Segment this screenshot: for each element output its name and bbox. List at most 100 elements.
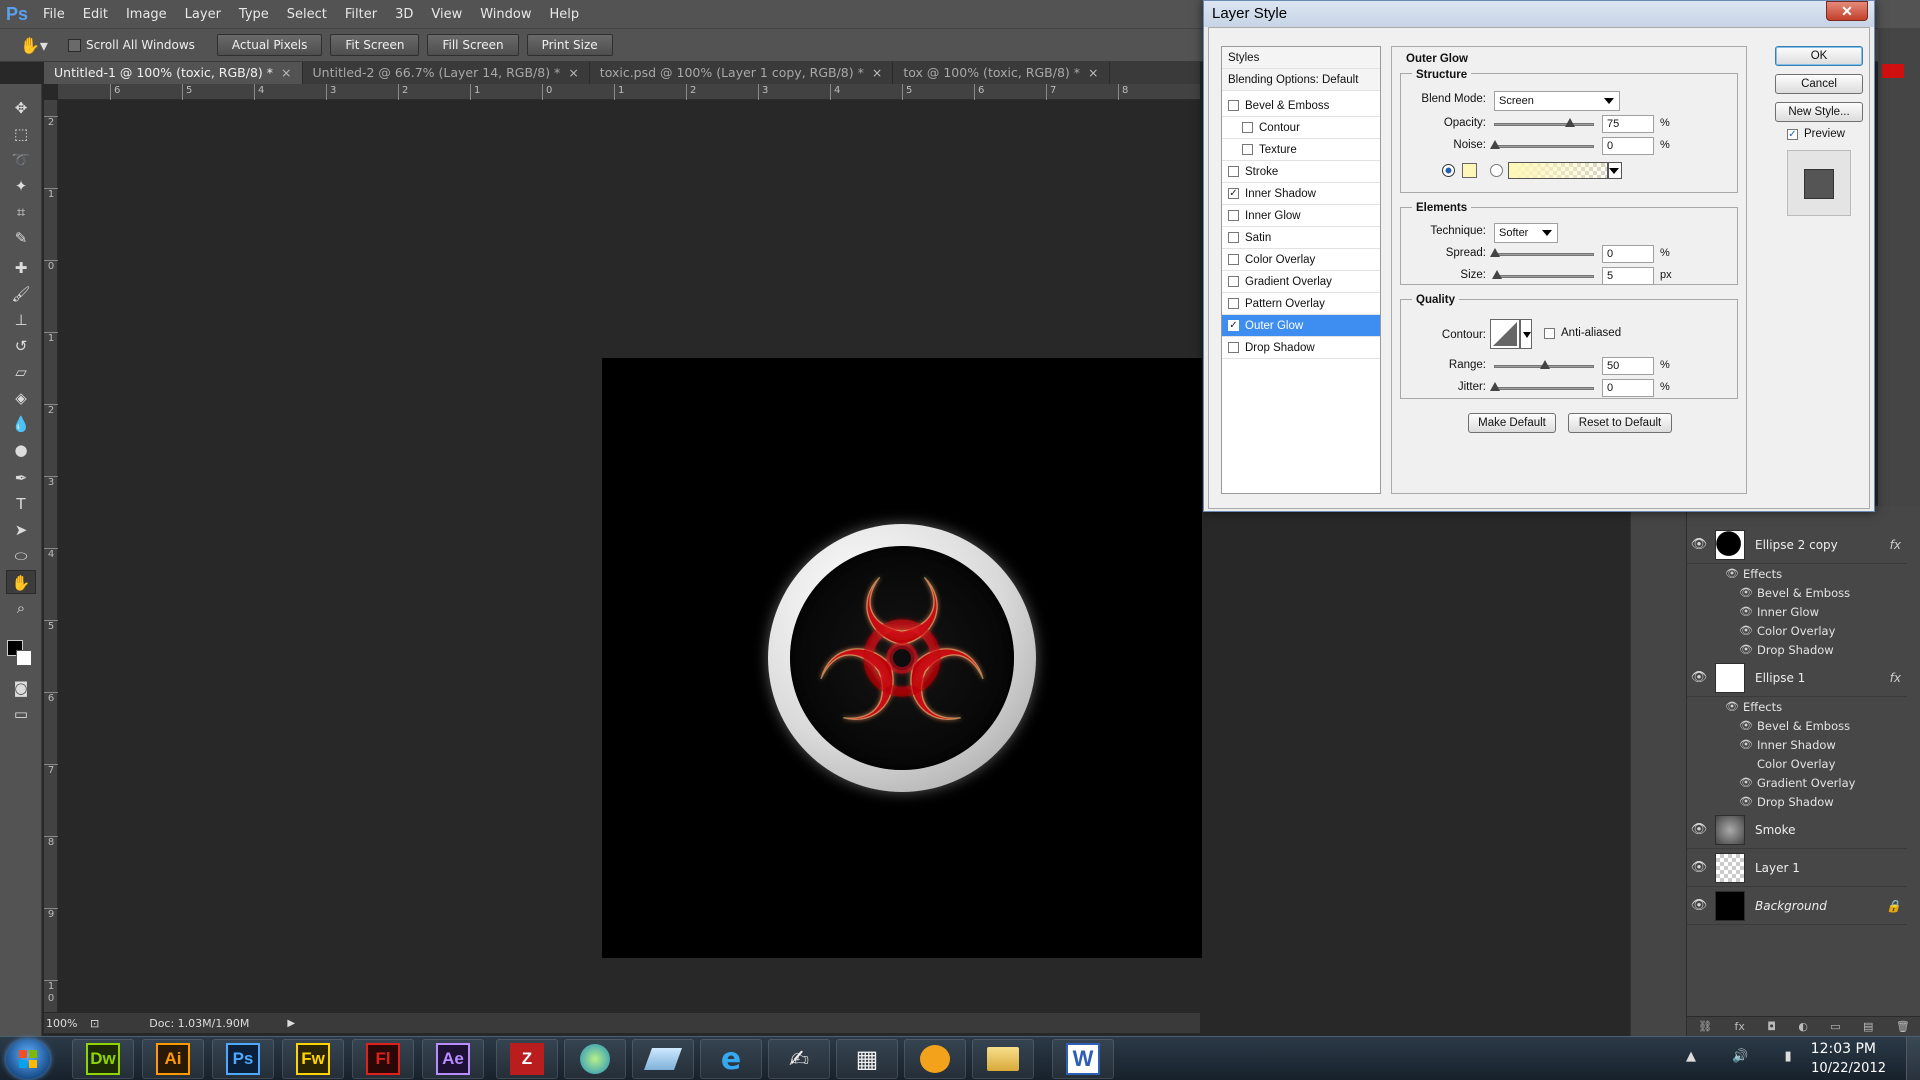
- paint-bucket-icon[interactable]: ◈: [6, 386, 36, 410]
- dodge-tool-icon[interactable]: ●: [6, 438, 36, 462]
- menu-3d[interactable]: 3D: [386, 7, 422, 22]
- menu-window[interactable]: Window: [471, 7, 540, 22]
- visibility-eye-icon[interactable]: 👁: [1739, 719, 1757, 732]
- status-menu-arrow-icon[interactable]: ▶: [287, 1018, 295, 1029]
- reset-to-default-button[interactable]: Reset to Default: [1568, 413, 1672, 433]
- size-input[interactable]: 5: [1602, 267, 1654, 285]
- slider-handle[interactable]: [1490, 248, 1500, 257]
- new-style-button[interactable]: New Style...: [1775, 102, 1863, 122]
- close-icon[interactable]: ×: [568, 65, 578, 80]
- crop-tool-icon[interactable]: ⌗: [6, 200, 36, 224]
- healing-brush-icon[interactable]: ✚: [6, 256, 36, 280]
- style-item-satin[interactable]: Satin: [1222, 227, 1380, 249]
- style-item-contour[interactable]: Contour: [1222, 117, 1380, 139]
- visibility-eye-icon[interactable]: 👁: [1739, 776, 1757, 789]
- checkbox-box[interactable]: [1228, 100, 1239, 111]
- print-size-button[interactable]: Print Size: [526, 34, 613, 56]
- effect-row[interactable]: 👁 Inner Shadow: [1687, 735, 1907, 754]
- tab-tox[interactable]: tox @ 100% (toxic, RGB/8) * ×: [893, 62, 1110, 84]
- visibility-eye-icon[interactable]: 👁: [1725, 567, 1743, 580]
- menu-image[interactable]: Image: [117, 7, 176, 22]
- menu-layer[interactable]: Layer: [176, 7, 230, 22]
- range-slider[interactable]: [1494, 360, 1594, 369]
- tray-icons[interactable]: ▲ 🔊 ▮: [1686, 1049, 1808, 1064]
- checkbox-box[interactable]: [1228, 276, 1239, 287]
- style-item-bevel-emboss[interactable]: Bevel & Emboss: [1222, 95, 1380, 117]
- marquee-tool-icon[interactable]: ⬚: [6, 122, 36, 146]
- opacity-input[interactable]: 75: [1602, 115, 1654, 133]
- style-item-outer-glow[interactable]: ✓ Outer Glow: [1222, 315, 1380, 337]
- effect-row[interactable]: 👁 Drop Shadow: [1687, 792, 1907, 811]
- taskbar-app-globe[interactable]: [564, 1039, 626, 1079]
- fill-screen-button[interactable]: Fill Screen: [427, 34, 519, 56]
- menu-filter[interactable]: Filter: [336, 7, 386, 22]
- document-canvas[interactable]: [602, 358, 1202, 958]
- checkbox-box[interactable]: [1228, 166, 1239, 177]
- visibility-eye-icon[interactable]: 👁: [1687, 822, 1711, 837]
- technique-select[interactable]: Softer: [1494, 223, 1558, 243]
- effect-row[interactable]: 👁 Bevel & Emboss: [1687, 583, 1907, 602]
- checkbox-box[interactable]: [1228, 254, 1239, 265]
- taskbar-filezilla[interactable]: Z: [496, 1039, 558, 1079]
- style-item-stroke[interactable]: Stroke: [1222, 161, 1380, 183]
- new-layer-icon[interactable]: ▤: [1863, 1020, 1873, 1033]
- checkbox-box[interactable]: [1242, 122, 1253, 133]
- fx-icon[interactable]: fx: [1735, 1020, 1745, 1033]
- effect-row[interactable]: 👁 Gradient Overlay: [1687, 773, 1907, 792]
- effect-row[interactable]: 👁 Drop Shadow: [1687, 640, 1907, 659]
- checkbox-box[interactable]: ✓: [1787, 128, 1798, 140]
- visibility-eye-icon[interactable]: 👁: [1739, 605, 1757, 618]
- brush-tool-icon[interactable]: 🖌: [6, 282, 36, 306]
- layer-row[interactable]: 👁 Ellipse 1 fx: [1687, 659, 1907, 697]
- checkbox-box[interactable]: [67, 38, 81, 52]
- taskbar-app-calendar[interactable]: ▦: [836, 1039, 898, 1079]
- close-icon[interactable]: ×: [1088, 65, 1098, 80]
- menu-type[interactable]: Type: [230, 7, 278, 22]
- eyedropper-icon[interactable]: ✎: [6, 226, 36, 250]
- scroll-all-windows-checkbox[interactable]: Scroll All Windows: [67, 38, 195, 52]
- layer-row[interactable]: 👁 Smoke: [1687, 811, 1907, 849]
- visibility-eye-icon[interactable]: 👁: [1739, 586, 1757, 599]
- taskbar-app-ae[interactable]: Ae: [422, 1039, 484, 1079]
- visibility-eye-icon[interactable]: 👁: [1687, 898, 1711, 913]
- style-item-texture[interactable]: Texture: [1222, 139, 1380, 161]
- type-tool-icon[interactable]: T: [6, 492, 36, 516]
- effect-row[interactable]: 👁 Inner Glow: [1687, 602, 1907, 621]
- taskbar-app-fl[interactable]: Fl: [352, 1039, 414, 1079]
- visibility-eye-icon[interactable]: 👁: [1687, 537, 1711, 552]
- taskbar-app-fw[interactable]: Fw: [282, 1039, 344, 1079]
- visibility-eye-icon[interactable]: 👁: [1687, 670, 1711, 685]
- checkbox-box[interactable]: ✓: [1228, 320, 1239, 331]
- taskbar-app-dw[interactable]: Dw: [72, 1039, 134, 1079]
- blend-mode-select[interactable]: Screen: [1494, 91, 1620, 111]
- effect-row[interactable]: 👁Color Overlay: [1687, 621, 1907, 640]
- slider-handle[interactable]: [1565, 118, 1575, 127]
- trash-icon[interactable]: 🗑: [1896, 1020, 1910, 1033]
- jitter-input[interactable]: 0: [1602, 379, 1654, 397]
- hand-tool-preset-icon[interactable]: ✋▾: [20, 36, 48, 55]
- visibility-eye-icon[interactable]: 👁: [1739, 738, 1757, 751]
- style-item-color-overlay[interactable]: Color Overlay: [1222, 249, 1380, 271]
- eraser-tool-icon[interactable]: ▱: [6, 360, 36, 384]
- color-swatch-red[interactable]: [1882, 64, 1904, 78]
- effects-group-row[interactable]: 👁 Effects: [1687, 697, 1907, 716]
- blur-tool-icon[interactable]: 💧: [6, 412, 36, 436]
- visibility-eye-icon[interactable]: 👁: [1739, 643, 1757, 656]
- contour-dropdown-button[interactable]: [1520, 319, 1532, 349]
- slider-handle[interactable]: [1490, 140, 1500, 149]
- taskbar-app-ps[interactable]: Ps: [212, 1039, 274, 1079]
- actual-pixels-button[interactable]: Actual Pixels: [216, 34, 323, 56]
- solid-color-radio[interactable]: [1442, 164, 1455, 177]
- menu-help[interactable]: Help: [541, 7, 589, 22]
- opacity-slider[interactable]: [1494, 118, 1594, 127]
- pen-tool-icon[interactable]: ✒: [6, 466, 36, 490]
- checkbox-box[interactable]: [1228, 342, 1239, 353]
- layer-row[interactable]: 👁 Background 🔒: [1687, 887, 1907, 925]
- slider-handle[interactable]: [1490, 382, 1500, 391]
- style-item-pattern-overlay[interactable]: Pattern Overlay: [1222, 293, 1380, 315]
- taskbar-app-eraser[interactable]: [632, 1039, 694, 1079]
- dialog-close-button[interactable]: ✕: [1826, 1, 1868, 21]
- checkbox-box[interactable]: [1228, 232, 1239, 243]
- noise-slider[interactable]: [1490, 140, 1594, 149]
- effect-row[interactable]: 👁 Bevel & Emboss: [1687, 716, 1907, 735]
